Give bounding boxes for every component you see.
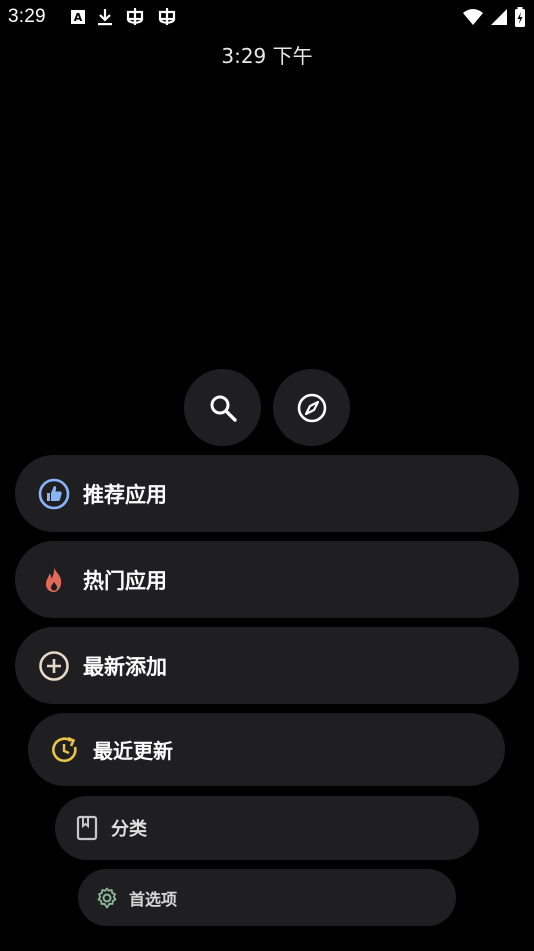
refresh-clock-icon (50, 735, 80, 765)
download-icon (96, 7, 114, 27)
menu-item-label: 分类 (111, 819, 147, 840)
svg-text:A: A (74, 11, 83, 24)
compass-icon (296, 392, 328, 424)
menu-item-label: 最新添加 (83, 654, 167, 679)
menu-item-newly-added[interactable]: 最新添加 (15, 627, 519, 704)
search-icon (208, 393, 238, 423)
status-system-icons (462, 6, 526, 28)
text-a-icon: A (70, 8, 86, 26)
thumb-up-icon (38, 478, 70, 510)
menu-item-label: 首选项 (129, 889, 178, 909)
clock-display: 3:29 下午 (221, 44, 313, 68)
menu-item-recommended[interactable]: 推荐应用 (15, 455, 519, 532)
menu-item-label: 热门应用 (83, 568, 167, 593)
gear-icon (95, 886, 119, 910)
menu-item-preferences[interactable]: 首选项 (78, 869, 456, 926)
fire-icon (38, 564, 70, 596)
menu-item-label: 最近更新 (93, 739, 173, 763)
signal-icon (490, 8, 508, 26)
explore-button[interactable] (273, 369, 350, 446)
wifi-icon (462, 8, 484, 26)
menu-item-categories[interactable]: 分类 (55, 796, 479, 860)
status-time: 3:29 (8, 6, 46, 27)
plus-circle-icon (38, 650, 70, 682)
bug-icon (156, 6, 178, 28)
search-button[interactable] (184, 369, 261, 446)
status-bar: 3:29 A (0, 0, 534, 36)
status-notification-icons: A (70, 6, 178, 28)
menu-item-recently-updated[interactable]: 最近更新 (28, 713, 505, 786)
bug-icon (124, 6, 146, 28)
menu-item-label: 推荐应用 (83, 482, 167, 507)
battery-charging-icon (514, 6, 526, 28)
menu-item-popular[interactable]: 热门应用 (15, 541, 519, 618)
book-icon (75, 815, 99, 841)
